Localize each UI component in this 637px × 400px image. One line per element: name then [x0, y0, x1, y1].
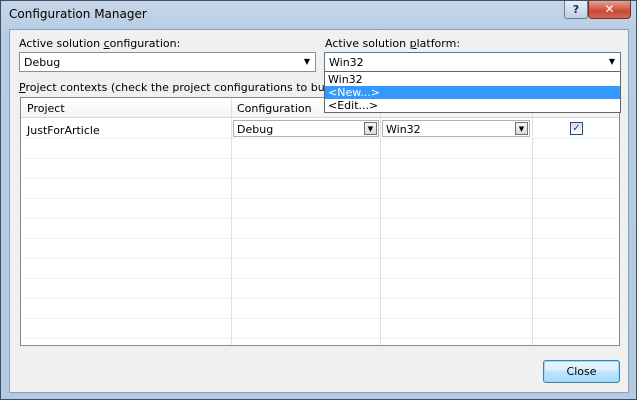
- chevron-down-icon[interactable]: ▼: [604, 53, 620, 71]
- row-divider: [21, 338, 619, 339]
- help-button[interactable]: ?: [564, 1, 588, 19]
- row-divider: [21, 238, 619, 239]
- project-contexts-grid[interactable]: Project Configuration Platform Build Jus…: [20, 97, 620, 346]
- column-header-project[interactable]: Project: [27, 102, 65, 115]
- row-divider: [21, 138, 619, 139]
- build-checkbox[interactable]: ✓: [570, 122, 583, 135]
- active-solution-platform-label: Active solution platform:: [325, 37, 461, 50]
- row-divider: [21, 218, 619, 219]
- active-solution-platform-combo[interactable]: Win32 ▼: [324, 52, 621, 72]
- row-divider: [21, 198, 619, 199]
- platform-option-new[interactable]: <New...>: [325, 86, 620, 99]
- project-name-cell: JustForArticle: [27, 124, 100, 137]
- row-divider: [21, 178, 619, 179]
- platform-option-win32[interactable]: Win32: [325, 73, 620, 86]
- column-divider: [380, 98, 381, 345]
- chevron-down-icon[interactable]: ▼: [364, 122, 377, 135]
- column-divider: [231, 98, 232, 345]
- project-configuration-value: Debug: [237, 123, 274, 136]
- window-close-button[interactable]: ✕: [588, 1, 631, 19]
- row-divider: [21, 318, 619, 319]
- configuration-manager-window: Configuration Manager ? ✕ Active solutio…: [0, 0, 637, 400]
- platform-option-edit[interactable]: <Edit...>: [325, 99, 620, 112]
- platform-dropdown-list: Win32 <New...> <Edit...>: [324, 71, 621, 113]
- title-bar[interactable]: Configuration Manager ? ✕: [1, 1, 636, 29]
- row-divider: [21, 298, 619, 299]
- window-title: Configuration Manager: [9, 7, 147, 21]
- column-divider: [532, 98, 533, 345]
- row-divider: [21, 158, 619, 159]
- chevron-down-icon[interactable]: ▼: [299, 53, 315, 71]
- active-solution-configuration-value: Debug: [24, 56, 61, 69]
- chevron-down-icon[interactable]: ▼: [515, 122, 528, 135]
- active-solution-configuration-combo[interactable]: Debug ▼: [19, 52, 316, 72]
- project-configuration-combo[interactable]: Debug ▼: [233, 120, 379, 137]
- close-button[interactable]: Close: [543, 360, 620, 383]
- project-platform-combo[interactable]: Win32 ▼: [382, 120, 530, 137]
- column-header-configuration[interactable]: Configuration: [237, 102, 312, 115]
- active-solution-platform-value: Win32: [329, 56, 364, 69]
- row-divider: [21, 278, 619, 279]
- row-divider: [21, 258, 619, 259]
- active-solution-configuration-label: Active solution configuration:: [19, 37, 181, 50]
- project-platform-value: Win32: [386, 123, 421, 136]
